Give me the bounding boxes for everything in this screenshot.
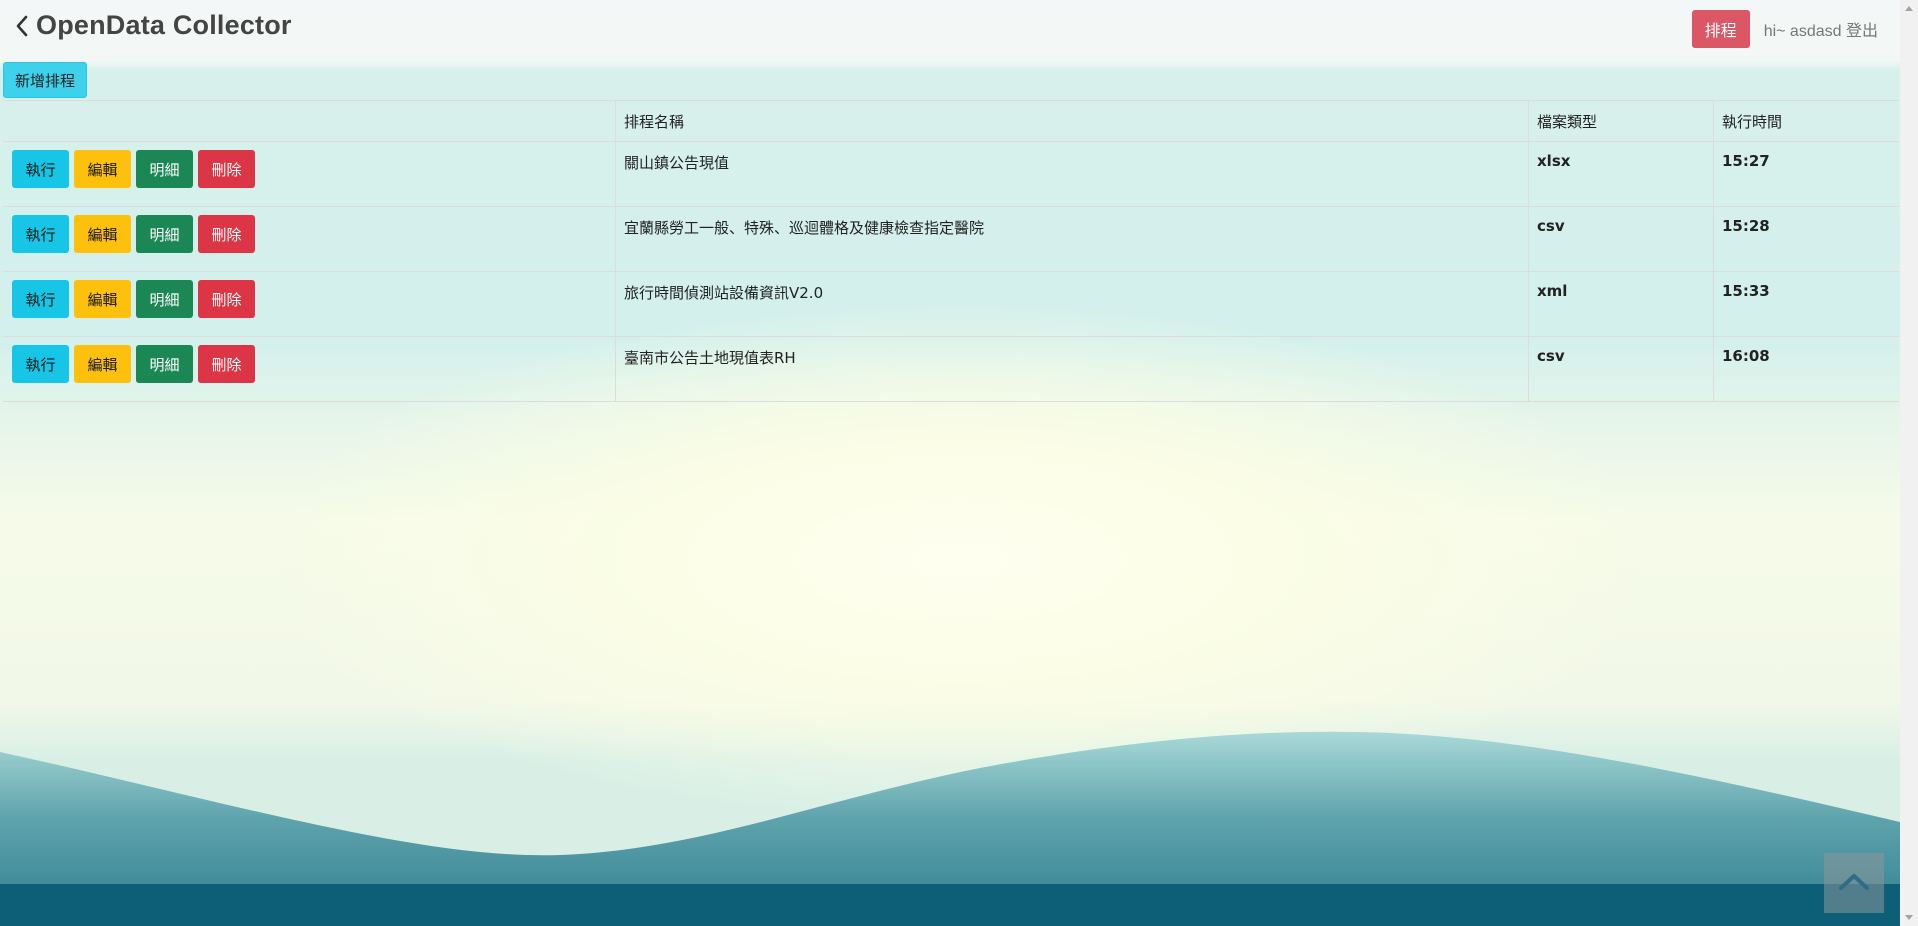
table-row: 執行 編輯 明細 刪除 宜蘭縣勞工一般、特殊、巡迴體格及健康檢查指定醫院 csv… bbox=[3, 206, 1899, 272]
detail-button[interactable]: 明細 bbox=[136, 215, 193, 253]
chevron-left-icon[interactable] bbox=[16, 15, 28, 37]
user-info: hi~ asdasd 登出 bbox=[1764, 17, 1878, 41]
chevron-up-icon bbox=[1838, 871, 1870, 895]
schedule-button[interactable]: 排程 bbox=[1691, 10, 1750, 48]
app-title[interactable]: OpenData Collector bbox=[36, 10, 292, 41]
edit-button[interactable]: 編輯 bbox=[74, 215, 131, 253]
delete-button[interactable]: 刪除 bbox=[198, 150, 255, 188]
table-row: 執行 編輯 明細 刪除 關山鎮公告現值 xlsx 15:27 bbox=[3, 141, 1899, 207]
schedule-name-cell: 臺南市公告土地現值表RH bbox=[615, 336, 1529, 402]
run-button[interactable]: 執行 bbox=[12, 345, 69, 383]
nav-right: 排程 hi~ asdasd 登出 bbox=[1691, 10, 1878, 48]
row-actions: 執行 編輯 明細 刪除 bbox=[3, 206, 616, 272]
run-time-cell: 15:27 bbox=[1713, 141, 1899, 207]
table-row: 執行 編輯 明細 刪除 臺南市公告土地現值表RH csv 16:08 bbox=[3, 336, 1899, 402]
file-type-cell: csv bbox=[1528, 336, 1714, 402]
detail-button[interactable]: 明細 bbox=[136, 150, 193, 188]
row-actions: 執行 編輯 明細 刪除 bbox=[3, 141, 616, 207]
file-type-cell: xml bbox=[1528, 271, 1714, 337]
delete-button[interactable]: 刪除 bbox=[198, 280, 255, 318]
scroll-to-top-button[interactable] bbox=[1824, 853, 1884, 913]
run-time-cell: 15:28 bbox=[1713, 206, 1899, 272]
scroll-down-arrow-icon[interactable] bbox=[1905, 915, 1913, 920]
add-schedule-button[interactable]: 新增排程 bbox=[3, 62, 88, 98]
schedule-name-cell: 關山鎮公告現值 bbox=[615, 141, 1529, 207]
logout-link[interactable]: 登出 bbox=[1846, 21, 1878, 40]
file-type-cell: xlsx bbox=[1528, 141, 1714, 207]
table-row: 執行 編輯 明細 刪除 旅行時間偵測站設備資訊V2.0 xml 15:33 bbox=[3, 271, 1899, 337]
header-run-time: 執行時間 bbox=[1713, 100, 1899, 142]
detail-button[interactable]: 明細 bbox=[136, 280, 193, 318]
file-type-cell: csv bbox=[1528, 206, 1714, 272]
user-greeting: hi~ asdasd bbox=[1763, 23, 1842, 40]
run-time-cell: 16:08 bbox=[1713, 336, 1899, 402]
run-button[interactable]: 執行 bbox=[12, 280, 69, 318]
delete-button[interactable]: 刪除 bbox=[198, 215, 255, 253]
row-actions: 執行 編輯 明細 刪除 bbox=[3, 336, 616, 402]
header-actions bbox=[3, 100, 616, 142]
main-content: 新增排程 排程名稱 檔案類型 執行時間 執行 編輯 明細 刪除 關山鎮公告現值 … bbox=[3, 62, 1899, 402]
delete-button[interactable]: 刪除 bbox=[198, 345, 255, 383]
table-header-row: 排程名稱 檔案類型 執行時間 bbox=[3, 100, 1899, 142]
edit-button[interactable]: 編輯 bbox=[74, 150, 131, 188]
schedule-name-cell: 旅行時間偵測站設備資訊V2.0 bbox=[615, 271, 1529, 337]
navbar: OpenData Collector 排程 hi~ asdasd 登出 bbox=[0, 0, 1900, 60]
row-actions: 執行 編輯 明細 刪除 bbox=[3, 271, 616, 337]
schedule-name-cell: 宜蘭縣勞工一般、特殊、巡迴體格及健康檢查指定醫院 bbox=[615, 206, 1529, 272]
scroll-up-arrow-icon[interactable] bbox=[1905, 6, 1913, 11]
run-button[interactable]: 執行 bbox=[12, 150, 69, 188]
run-time-cell: 15:33 bbox=[1713, 271, 1899, 337]
vertical-scrollbar[interactable] bbox=[1900, 0, 1918, 926]
detail-button[interactable]: 明細 bbox=[136, 345, 193, 383]
header-file-type: 檔案類型 bbox=[1528, 100, 1714, 142]
schedule-table: 排程名稱 檔案類型 執行時間 執行 編輯 明細 刪除 關山鎮公告現值 xlsx … bbox=[3, 100, 1899, 402]
header-schedule-name: 排程名稱 bbox=[615, 100, 1529, 142]
edit-button[interactable]: 編輯 bbox=[74, 280, 131, 318]
edit-button[interactable]: 編輯 bbox=[74, 345, 131, 383]
run-button[interactable]: 執行 bbox=[12, 215, 69, 253]
brand: OpenData Collector bbox=[16, 10, 292, 41]
